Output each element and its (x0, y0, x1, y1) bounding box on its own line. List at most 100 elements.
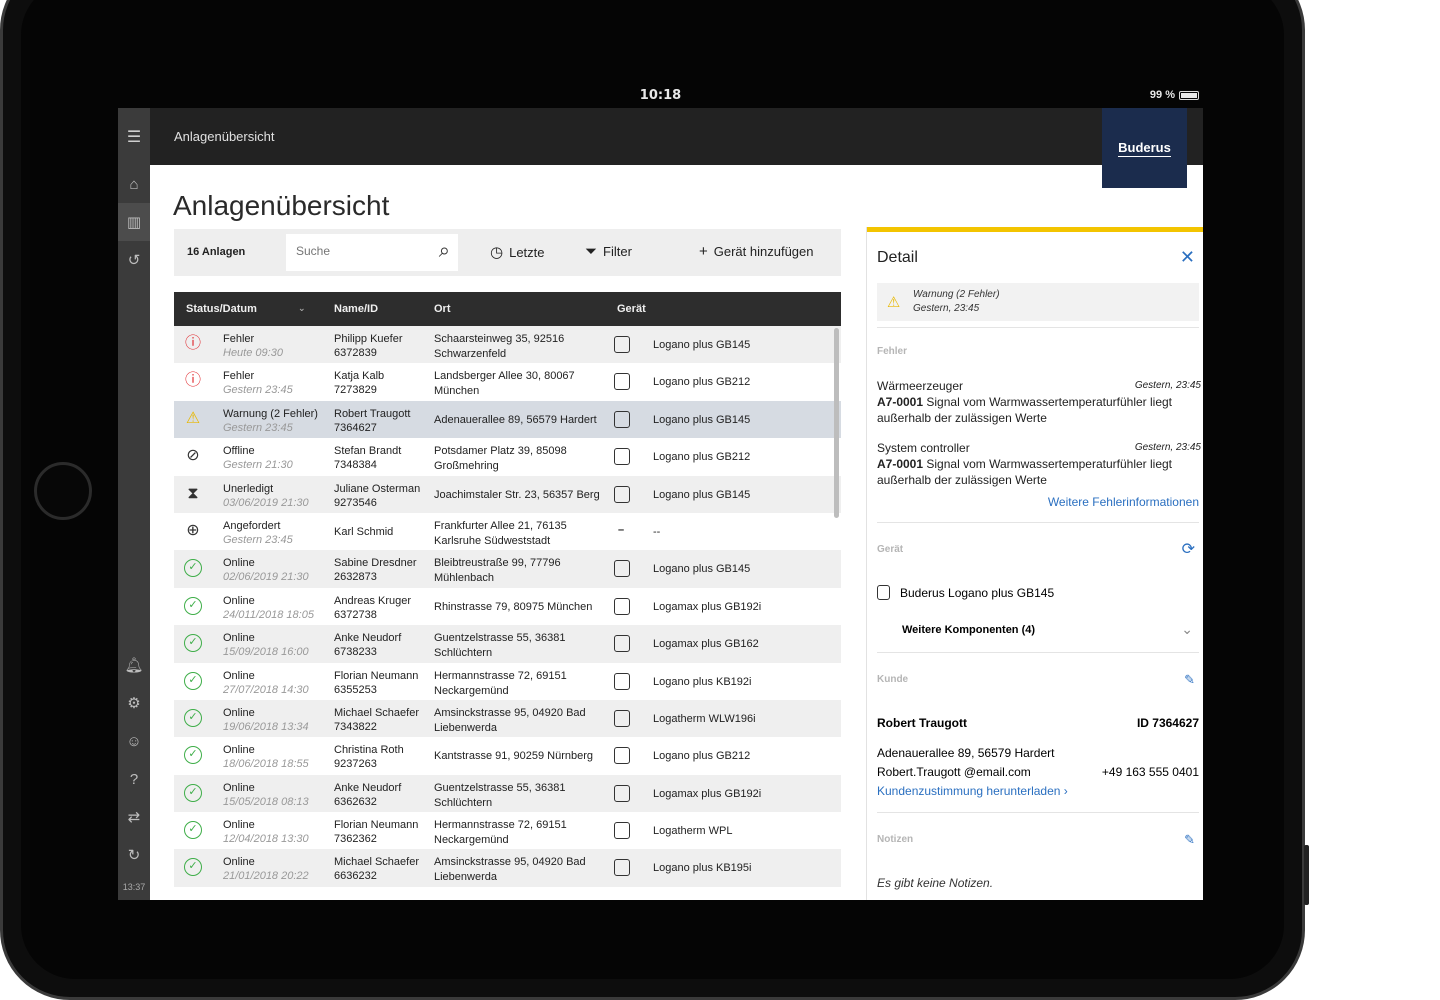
device-cell: Logatherm WPL (653, 825, 733, 838)
close-icon[interactable]: ✕ (1180, 247, 1195, 268)
smiley-icon[interactable]: ☺ (118, 722, 150, 760)
table-row[interactable]: ✓ Online 27/07/2018 14:30 Florian Neuman… (174, 663, 841, 700)
customer-id: 6355253 (334, 683, 377, 696)
check-circle-icon: ✓ (184, 783, 202, 802)
col-geraet[interactable]: Gerät (617, 303, 646, 315)
status-date: Heute 09:30 (223, 347, 283, 359)
help-icon[interactable]: ? (118, 760, 150, 798)
col-status[interactable]: Status/Datum (186, 303, 257, 315)
refresh-icon[interactable]: ⟳ (1182, 539, 1195, 559)
table-row[interactable]: ✓ Online 24/011/2018 18:05 Andreas Kruge… (174, 588, 841, 625)
home-icon[interactable]: ⌂ (118, 165, 150, 203)
customer-id: 6636232 (334, 870, 377, 883)
table-row[interactable]: ✓ Online 12/04/2018 13:30 Florian Neuman… (174, 812, 841, 849)
table-row[interactable]: ⊘ Offline Gestern 21:30 Stefan Brandt 73… (174, 438, 841, 475)
status-date: Gestern 21:30 (223, 459, 293, 472)
address-line2: Schlüchtern (434, 796, 493, 809)
name-cell: Christina Roth 9237263 (334, 743, 404, 771)
menu-icon[interactable]: ☰ (118, 108, 150, 165)
error-source: System controller (877, 441, 970, 455)
bell-icon[interactable]: 🔔︎ (118, 646, 150, 684)
location-cell: Joachimstaler Str. 23, 56357 Berg (434, 488, 609, 503)
search-input[interactable] (296, 244, 416, 258)
table-row[interactable]: ✓ Online 15/05/2018 08:13 Anke Neudorf 6… (174, 774, 841, 813)
customer-id: 6738233 (334, 646, 377, 659)
hourglass-icon: ⧗ (187, 484, 199, 502)
sort-chevron-icon[interactable]: ⌄ (298, 303, 306, 314)
recent-label: Letzte (509, 244, 545, 260)
logout-icon[interactable]: ↻ (118, 836, 150, 874)
edit-customer-icon[interactable]: ✎ (1184, 672, 1195, 688)
table-row[interactable]: ✓ Online 02/06/2019 21:30 Sabine Dresdne… (174, 550, 841, 588)
status-cell: Online 27/07/2018 14:30 (223, 669, 309, 697)
table-row[interactable]: ⊕ Angefordert Gestern 23:45 Karl Schmid … (174, 513, 841, 550)
status-date: 18/06/2018 18:55 (223, 758, 309, 771)
history-icon[interactable]: ↺ (118, 241, 150, 279)
col-name[interactable]: Name/ID (334, 303, 378, 315)
status-text: Offline (223, 445, 255, 458)
boiler-icon (614, 709, 630, 727)
error-source: Wärmeerzeuger (877, 379, 964, 393)
table-scrollbar[interactable] (834, 328, 839, 518)
chevron-down-icon[interactable]: ⌄ (1181, 621, 1193, 638)
customer-id: 2632873 (334, 571, 377, 584)
address-line1: Kantstrasse 91, 90259 Nürnberg (434, 750, 593, 763)
address-line1: Joachimstaler Str. 23, 56357 Berg (434, 488, 600, 501)
customer-name: Anke Neudorf (334, 781, 402, 794)
search-icon[interactable]: ⌕ (439, 240, 450, 263)
customer-id: 6372738 (334, 608, 377, 621)
device-cell: Logano plus GB145 (653, 413, 751, 426)
location-cell: Amsinckstrasse 95, 04920 Bad Liebenwerda (434, 855, 609, 885)
detail-accent-bar (867, 227, 1203, 232)
location-cell: Frankfurter Allee 21, 76135 Karlsruhe Sü… (434, 519, 609, 549)
recent-button[interactable]: ◷ Letzte (490, 243, 545, 261)
table-row[interactable]: ⓘ Fehler Gestern 23:45 Katja Kalb 727382… (174, 363, 841, 400)
volume-key (1304, 845, 1309, 905)
check-circle-icon: ✓ (184, 858, 202, 877)
status-cell: Online 19/06/2018 13:34 (223, 706, 309, 734)
device-cell: -- (653, 525, 661, 538)
status-cell: Online 02/06/2019 21:30 (223, 556, 309, 584)
table-row[interactable]: ✓ Online 18/06/2018 18:55 Christina Roth… (174, 737, 841, 774)
home-button[interactable] (34, 462, 92, 520)
address-line1: Landsberger Allee 30, 80067 (434, 370, 575, 383)
boiler-icon (614, 560, 630, 578)
plants-table: Status/Datum ⌄ Name/ID Ort Gerät ⓘ Fehle… (174, 292, 841, 887)
more-errors-link[interactable]: Weitere Fehlerinformationen (1048, 495, 1199, 509)
table-row[interactable]: ⓘ Fehler Heute 09:30 Philipp Kuefer 6372… (174, 326, 841, 364)
search-box: ⌕ (286, 234, 458, 271)
customer-email: Robert.Traugott @email.com (877, 765, 1031, 779)
gear-icon[interactable]: ⚙ (118, 684, 150, 722)
boiler-icon (877, 585, 890, 600)
address-line2: Karlsruhe Südweststadt (434, 534, 551, 547)
table-row[interactable]: ✓ Online 15/09/2018 16:00 Anke Neudorf 6… (174, 625, 841, 663)
status-cell: Online 15/05/2018 08:13 (223, 781, 309, 809)
consent-link[interactable]: Kundenzustimmung herunterladen › (877, 782, 1199, 801)
location-cell: Kantstrasse 91, 90259 Nürnberg (434, 749, 609, 764)
status-text: Online (223, 856, 255, 869)
customer-name: Michael Schaefer (334, 856, 419, 869)
table-row[interactable]: ✓ Online 19/06/2018 13:34 Michael Schaef… (174, 699, 841, 738)
edit-notes-icon[interactable]: ✎ (1184, 832, 1195, 848)
filter-button[interactable]: ⏷ Filter (585, 243, 632, 260)
check-circle-icon: ✓ (184, 596, 202, 615)
device-cell: Logano plus GB145 (653, 488, 751, 501)
components-toggle[interactable]: Weitere Komponenten (4) (902, 624, 1035, 636)
divider (877, 652, 1199, 653)
device-cell: Logatherm WLW196i (653, 712, 756, 725)
status-cell: Online 21/01/2018 20:22 (223, 855, 309, 883)
table-row[interactable]: ⧗ Unerledigt 03/06/2019 21:30 Juliane Os… (174, 475, 841, 513)
col-ort[interactable]: Ort (434, 303, 451, 315)
table-row[interactable]: ⚠ Warnung (2 Fehler) Gestern 23:45 Rober… (174, 400, 841, 439)
plus-circle-icon: ⊕ (186, 521, 200, 539)
add-device-button[interactable]: + Gerät hinzufügen (699, 243, 814, 260)
plants-icon[interactable]: ▥ (118, 203, 150, 241)
boiler-icon (614, 672, 630, 690)
table-row[interactable]: ✓ Online 21/01/2018 20:22 Michael Schaef… (174, 849, 841, 887)
location-cell: Guentzelstrasse 55, 36381 Schlüchtern (434, 631, 609, 661)
customer-id: 6372839 (334, 347, 377, 359)
status-cell: Online 15/09/2018 16:00 (223, 631, 309, 659)
name-cell: Anke Neudorf 6362632 (334, 781, 401, 809)
sync-icon[interactable]: ⇄ (118, 798, 150, 836)
customer-id: 7348384 (334, 459, 377, 472)
